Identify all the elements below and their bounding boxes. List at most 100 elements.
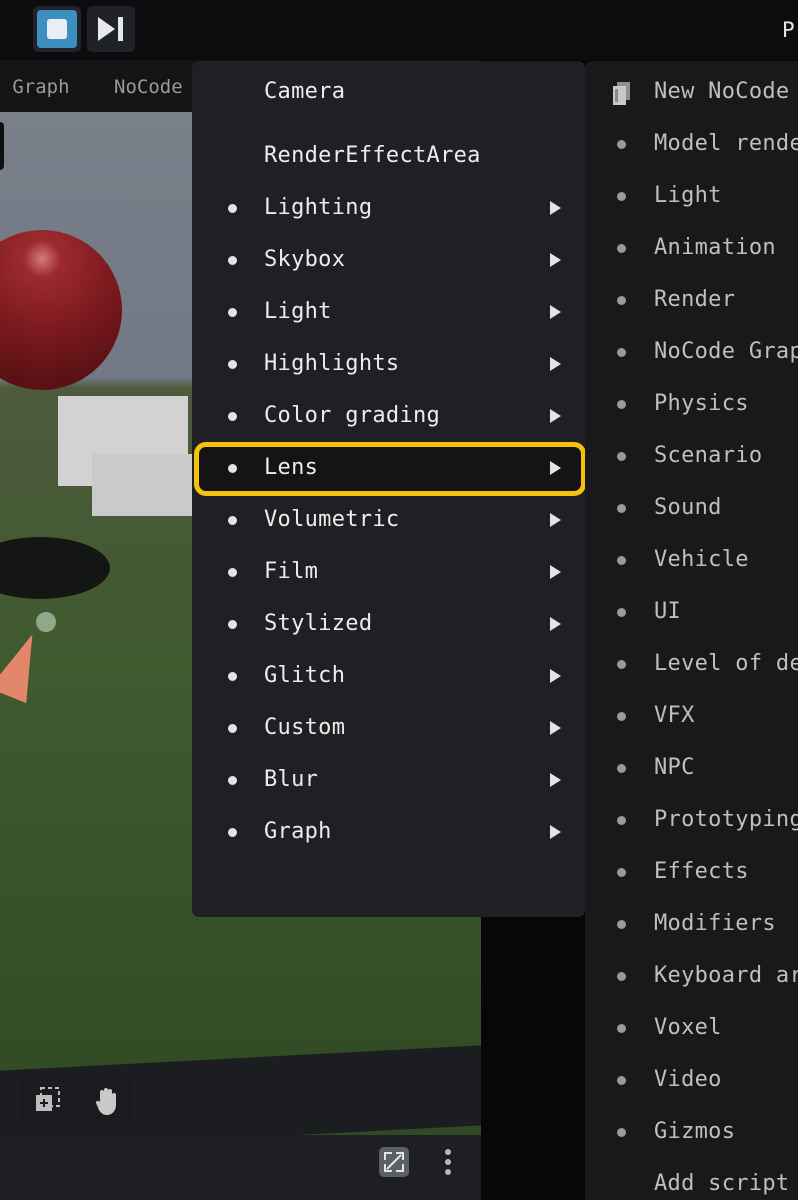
menu2-item-label: Modifiers — [654, 911, 776, 936]
menu2-item-vehicle[interactable]: Vehicle — [585, 533, 798, 585]
menu2-item-label: Video — [654, 1067, 722, 1092]
menu2-item-label: Sound — [654, 495, 722, 520]
menu2-item-label: Animation — [654, 235, 776, 260]
menu-item-lighting[interactable]: Lighting — [192, 181, 585, 233]
menu2-item-label: Gizmos — [654, 1119, 736, 1144]
menu-item-label: Blur — [264, 767, 319, 792]
menu-item-label: Skybox — [264, 247, 346, 272]
menu2-item-new-nocode[interactable]: New NoCode — [585, 65, 798, 117]
menu-item-graph[interactable]: Graph — [192, 805, 585, 857]
menu2-item-prototyping[interactable]: Prototyping — [585, 793, 798, 845]
menu2-item-level-of-de[interactable]: Level of de — [585, 637, 798, 689]
submenu-arrow-icon — [550, 513, 561, 527]
menu2-item-physics[interactable]: Physics — [585, 377, 798, 429]
more-vertical-icon — [445, 1149, 451, 1155]
menu2-item-label: NoCode Grap — [654, 339, 798, 364]
bullet-icon — [617, 400, 626, 409]
menu-item-volumetric[interactable]: Volumetric — [192, 493, 585, 545]
add-frame-icon — [36, 1087, 60, 1111]
viewport-side-handle[interactable] — [0, 122, 4, 170]
menu2-item-label: Vehicle — [654, 547, 749, 572]
bullet-icon — [617, 244, 626, 253]
menu-item-film[interactable]: Film — [192, 545, 585, 597]
bullet-icon — [228, 360, 237, 369]
submenu-arrow-icon — [550, 669, 561, 683]
stop-button[interactable] — [33, 6, 81, 52]
bullet-icon — [617, 1024, 626, 1033]
bullet-icon — [228, 464, 237, 473]
bullet-icon — [228, 568, 237, 577]
menu2-item-sound[interactable]: Sound — [585, 481, 798, 533]
fullscreen-button[interactable] — [379, 1147, 409, 1177]
bullet-icon — [617, 140, 626, 149]
submenu-arrow-icon — [550, 253, 561, 267]
scene-edge — [0, 1045, 481, 1135]
menu-item-blur[interactable]: Blur — [192, 753, 585, 805]
bullet-icon — [617, 608, 626, 617]
menu2-item-model-rende[interactable]: Model rende — [585, 117, 798, 169]
menu2-item-label: New NoCode — [654, 79, 790, 104]
menu2-item-voxel[interactable]: Voxel — [585, 1001, 798, 1053]
menu2-item-label: Add script — [654, 1171, 790, 1196]
more-vertical-button[interactable] — [440, 1145, 456, 1179]
menu2-item-npc[interactable]: NPC — [585, 741, 798, 793]
menu-item-light[interactable]: Light — [192, 285, 585, 337]
submenu-arrow-icon — [550, 409, 561, 423]
bullet-icon — [617, 868, 626, 877]
submenu-arrow-icon — [550, 201, 561, 215]
menu-item-rendereffectarea[interactable]: RenderEffectArea — [192, 129, 585, 181]
submenu-arrow-icon — [550, 305, 561, 319]
menu2-item-keyboard-ar[interactable]: Keyboard ar — [585, 949, 798, 1001]
editor-tabs: al Graph NoCode — [0, 60, 200, 112]
tab-nocode[interactable]: NoCode — [114, 76, 183, 98]
menu-item-label: RenderEffectArea — [264, 143, 481, 168]
menu-item-highlights[interactable]: Highlights — [192, 337, 585, 389]
bullet-icon — [617, 920, 626, 929]
step-forward-button[interactable] — [87, 6, 135, 52]
menu2-item-label: Level of de — [654, 651, 798, 676]
white-cube-object-2 — [92, 454, 192, 516]
add-frame-button[interactable] — [20, 1074, 72, 1126]
menu-item-stylized[interactable]: Stylized — [192, 597, 585, 649]
submenu-arrow-icon — [550, 565, 561, 579]
submenu-arrow-icon — [550, 773, 561, 787]
menu2-item-label: Voxel — [654, 1015, 722, 1040]
menu-item-label: Custom — [264, 715, 346, 740]
menu-item-color-grading[interactable]: Color grading — [192, 389, 585, 441]
toolbar-right-text[interactable]: P — [782, 18, 795, 42]
menu-item-label: Stylized — [264, 611, 373, 636]
tab-visual-graph[interactable]: al Graph — [0, 76, 70, 98]
menu-item-skybox[interactable]: Skybox — [192, 233, 585, 285]
menu-item-glitch[interactable]: Glitch — [192, 649, 585, 701]
menu-item-lens[interactable]: Lens — [192, 441, 586, 496]
menu2-item-gizmos[interactable]: Gizmos — [585, 1105, 798, 1157]
viewport-bottom-bar — [0, 1135, 481, 1200]
red-sphere-object — [0, 230, 122, 390]
menu2-item-scenario[interactable]: Scenario — [585, 429, 798, 481]
menu2-item-video[interactable]: Video — [585, 1053, 798, 1105]
menu2-item-label: VFX — [654, 703, 695, 728]
menu2-item-vfx[interactable]: VFX — [585, 689, 798, 741]
camera-gizmo-cone — [0, 626, 51, 704]
menu2-item-label: Model rende — [654, 131, 798, 156]
submenu-arrow-icon — [550, 357, 561, 371]
bullet-icon — [228, 412, 237, 421]
ground-shadow — [0, 537, 110, 599]
menu2-item-label: Keyboard ar — [654, 963, 798, 988]
fullscreen-icon — [384, 1152, 404, 1172]
menu-item-custom[interactable]: Custom — [192, 701, 585, 753]
menu2-item-effects[interactable]: Effects — [585, 845, 798, 897]
pan-hand-button[interactable] — [80, 1074, 132, 1126]
menu-item-label: Volumetric — [264, 507, 400, 532]
menu2-item-add-script[interactable]: Add script — [585, 1157, 798, 1200]
menu-item-camera[interactable]: Camera — [192, 65, 585, 117]
bullet-icon — [617, 712, 626, 721]
menu2-item-modifiers[interactable]: Modifiers — [585, 897, 798, 949]
menu2-item-animation[interactable]: Animation — [585, 221, 798, 273]
menu2-item-ui[interactable]: UI — [585, 585, 798, 637]
viewport-tool-button[interactable] — [0, 1074, 14, 1126]
create-context-menu: Camera RenderEffectArea Lighting Skybox Ligh… — [192, 61, 586, 917]
menu2-item-light[interactable]: Light — [585, 169, 798, 221]
menu2-item-nocode-grap[interactable]: NoCode Grap — [585, 325, 798, 377]
menu2-item-render[interactable]: Render — [585, 273, 798, 325]
